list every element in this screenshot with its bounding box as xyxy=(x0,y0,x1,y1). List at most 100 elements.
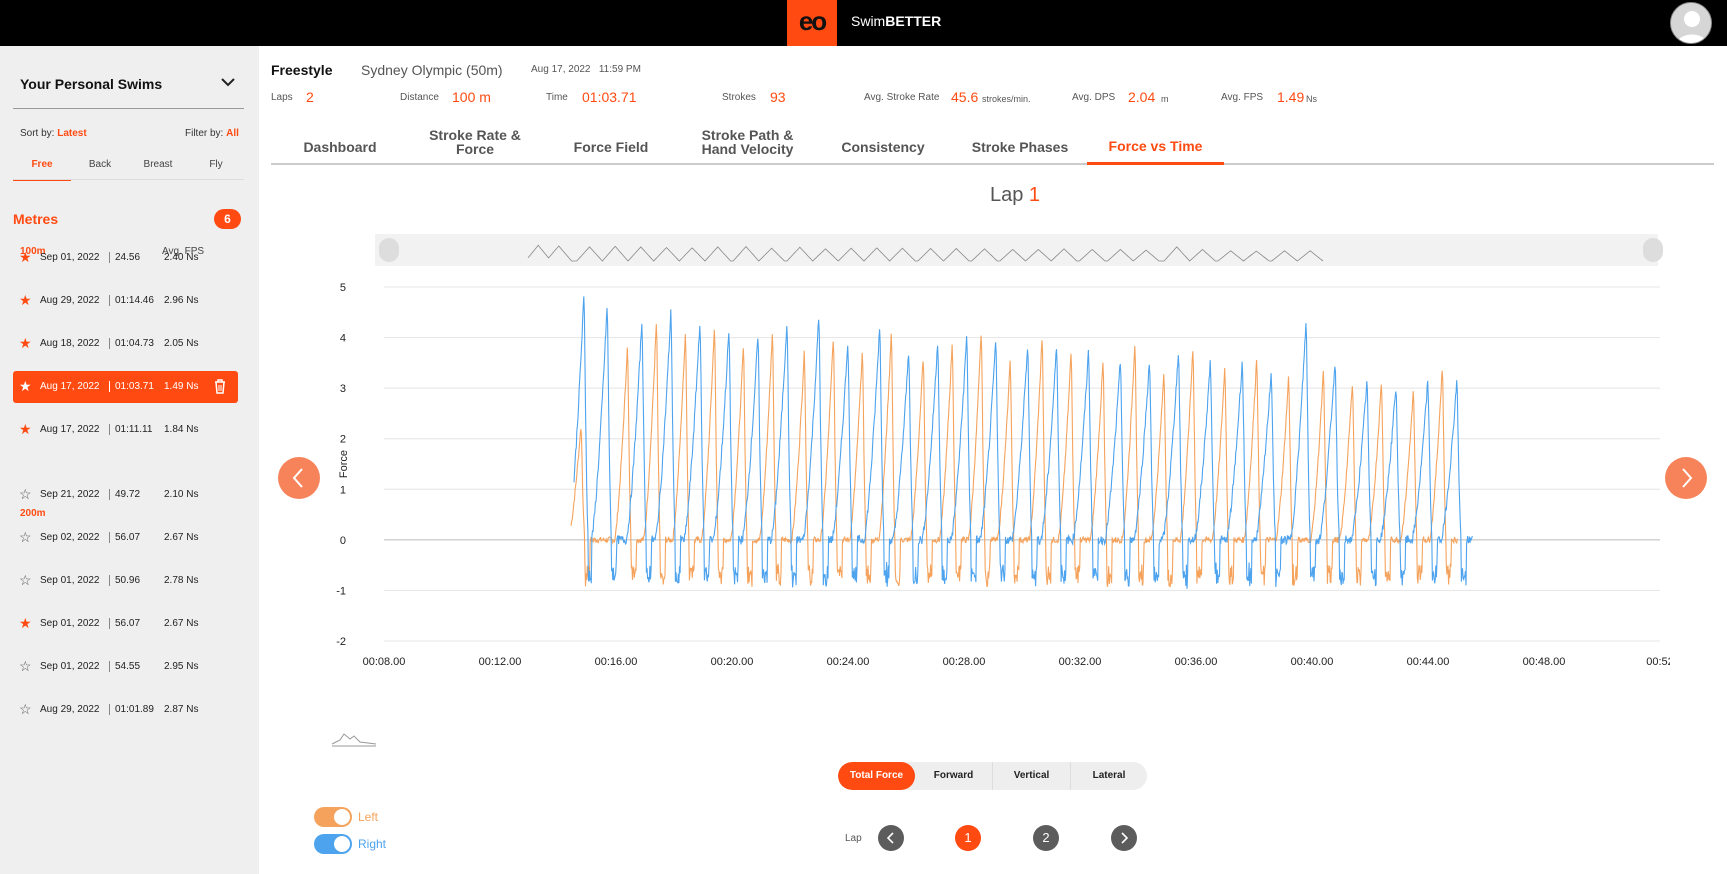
force-mode-selector: Total Force Forward Vertical Lateral xyxy=(838,762,1147,790)
x-tick-label: 00:32.00 xyxy=(1059,656,1102,668)
stroke-tab-free[interactable]: Free xyxy=(13,157,71,181)
strokes-value: 93 xyxy=(770,89,786,105)
swim-count-badge: 6 xyxy=(214,209,241,229)
left-hand-toggle[interactable] xyxy=(314,807,352,827)
swim-row[interactable]: ★ Aug 29, 2022 01:14.46 2.96 Ns xyxy=(13,285,238,317)
lap-next-button[interactable] xyxy=(1111,825,1137,851)
top-bar: eo SwimBETTER xyxy=(0,0,1727,46)
navigator-left-handle[interactable] xyxy=(379,238,399,262)
tab-force-field[interactable]: Force Field xyxy=(565,140,657,154)
navigator-right-handle[interactable] xyxy=(1643,238,1663,262)
x-tick-label: 00:52 xyxy=(1646,656,1670,668)
y-tick-label: 2 xyxy=(340,434,346,446)
user-avatar[interactable] xyxy=(1670,2,1712,44)
chevron-down-icon[interactable] xyxy=(218,72,238,92)
distance-label: Distance xyxy=(400,92,439,103)
swim-time: 50.96 xyxy=(109,575,140,586)
force-mode-total[interactable]: Total Force xyxy=(838,762,915,790)
right-hand-toggle[interactable] xyxy=(314,834,352,854)
swim-date: Aug 17, 2022 xyxy=(40,381,100,392)
swim-row[interactable]: ★ Sep 01, 2022 56.07 2.67 Ns xyxy=(13,608,238,640)
force-mode-vertical[interactable]: Vertical xyxy=(993,762,1070,790)
lap-prev-button[interactable] xyxy=(878,825,904,851)
swim-time: 01:04.73 xyxy=(109,338,154,349)
active-tab-indicator xyxy=(1087,162,1224,165)
previous-arrow-button[interactable] xyxy=(278,457,320,499)
chevron-left-icon xyxy=(886,832,894,844)
tab-dashboard[interactable]: Dashboard xyxy=(296,140,384,154)
swim-fps: 2.40 Ns xyxy=(164,252,199,263)
force-mode-lateral[interactable]: Lateral xyxy=(1071,762,1147,790)
eo-logo[interactable]: eo xyxy=(787,0,837,46)
swim-fps: 2.10 Ns xyxy=(164,489,199,500)
swim-row[interactable]: ☆ Sep 01, 2022 50.96 2.78 Ns xyxy=(13,565,238,597)
swim-fps: 1.49 Ns xyxy=(164,381,199,392)
dps-value: 2.04 xyxy=(1128,89,1156,105)
swim-date: Aug 29, 2022 xyxy=(40,295,100,306)
star-outline-icon[interactable]: ☆ xyxy=(19,487,33,501)
star-filled-icon[interactable]: ★ xyxy=(19,379,33,393)
swim-row[interactable]: ★ Aug 17, 2022 01:03.71 1.49 Ns xyxy=(13,371,238,403)
left-hand-label: Left xyxy=(358,810,379,824)
star-outline-icon[interactable]: ☆ xyxy=(19,702,33,716)
stroke-tab-fly[interactable]: Fly xyxy=(187,157,245,181)
pool-name: Sydney Olympic (50m) xyxy=(361,62,503,78)
tab-label: Dashboard xyxy=(303,139,377,155)
swim-row[interactable]: ★ Aug 17, 2022 01:11.11 1.84 Ns xyxy=(13,414,238,446)
star-filled-icon[interactable]: ★ xyxy=(19,250,33,264)
swim-time: 01:01.89 xyxy=(109,704,154,715)
swim-row[interactable]: ★ Aug 18, 2022 01:04.73 2.05 Ns xyxy=(13,328,238,360)
swim-date: Aug 17, 2022 xyxy=(40,424,100,435)
star-outline-icon[interactable]: ☆ xyxy=(19,573,33,587)
swim-row[interactable]: ☆ Sep 01, 2022 54.55 2.95 Ns xyxy=(13,651,238,683)
swim-row[interactable]: ☆ Sep 02, 2022 56.07 2.67 Ns xyxy=(13,522,238,554)
x-tick-label: 00:48.00 xyxy=(1523,656,1566,668)
chart-navigator[interactable] xyxy=(375,234,1658,266)
lap-page-2[interactable]: 2 xyxy=(1033,825,1059,851)
x-tick-label: 00:16.00 xyxy=(595,656,638,668)
star-filled-icon[interactable]: ★ xyxy=(19,336,33,350)
star-outline-icon[interactable]: ☆ xyxy=(19,530,33,544)
swim-row[interactable]: ☆ Sep 21, 2022 49.72 2.10 Ns xyxy=(13,479,238,511)
lap-page-1[interactable]: 1 xyxy=(955,825,981,851)
tab-stroke-path-hand-velocity[interactable]: Stroke Path & Hand Velocity xyxy=(690,128,805,156)
x-tick-label: 00:40.00 xyxy=(1291,656,1334,668)
sort-value[interactable]: Latest xyxy=(57,128,86,139)
chevron-left-icon xyxy=(292,468,303,488)
stroke-rate-unit: strokes/min. xyxy=(982,94,1031,104)
next-arrow-button[interactable] xyxy=(1665,457,1707,499)
tab-label: Force vs Time xyxy=(1108,138,1203,154)
star-filled-icon[interactable]: ★ xyxy=(19,293,33,307)
toggle-knob xyxy=(334,836,350,852)
filter-value[interactable]: All xyxy=(226,128,239,139)
sort-control[interactable]: Sort by: Latest xyxy=(20,128,87,139)
star-outline-icon[interactable]: ☆ xyxy=(19,659,33,673)
swim-date: Sep 21, 2022 xyxy=(40,489,100,500)
tab-stroke-rate-force[interactable]: Stroke Rate & Force xyxy=(420,128,530,156)
fps-unit: Ns xyxy=(1306,94,1317,104)
swim-time: 24.56 xyxy=(109,252,140,263)
stroke-tab-back[interactable]: Back xyxy=(71,157,129,181)
swim-fps: 2.05 Ns xyxy=(164,338,199,349)
x-tick-label: 00:20.00 xyxy=(711,656,754,668)
star-filled-icon[interactable]: ★ xyxy=(19,616,33,630)
trash-icon[interactable] xyxy=(211,377,229,395)
tab-consistency[interactable]: Consistency xyxy=(833,140,933,154)
reset-zoom-icon[interactable] xyxy=(330,730,378,748)
swim-date: Sep 02, 2022 xyxy=(40,532,100,543)
stroke-tab-breast[interactable]: Breast xyxy=(129,157,187,181)
swim-row[interactable]: ☆ Aug 29, 2022 01:01.89 2.87 Ns xyxy=(13,694,238,726)
y-axis-label: Force xyxy=(338,450,350,478)
force-mode-forward[interactable]: Forward xyxy=(915,762,992,790)
tab-label: Stroke Phases xyxy=(971,139,1069,155)
chevron-right-icon xyxy=(1682,468,1693,488)
tab-stroke-phases[interactable]: Stroke Phases xyxy=(963,140,1077,154)
star-filled-icon[interactable]: ★ xyxy=(19,422,33,436)
sidebar: Your Personal Swims Sort by: Latest Filt… xyxy=(0,46,259,874)
tab-force-vs-time[interactable]: Force vs Time xyxy=(1087,139,1224,153)
swim-row[interactable]: ★ Sep 01, 2022 24.56 2.40 Ns xyxy=(13,242,238,274)
swim-time: 01:11.11 xyxy=(109,424,152,435)
metres-section-title: Metres xyxy=(13,211,59,227)
filter-control[interactable]: Filter by: All xyxy=(185,128,239,139)
stroke-tabs: Free Back Breast Fly xyxy=(13,157,244,181)
